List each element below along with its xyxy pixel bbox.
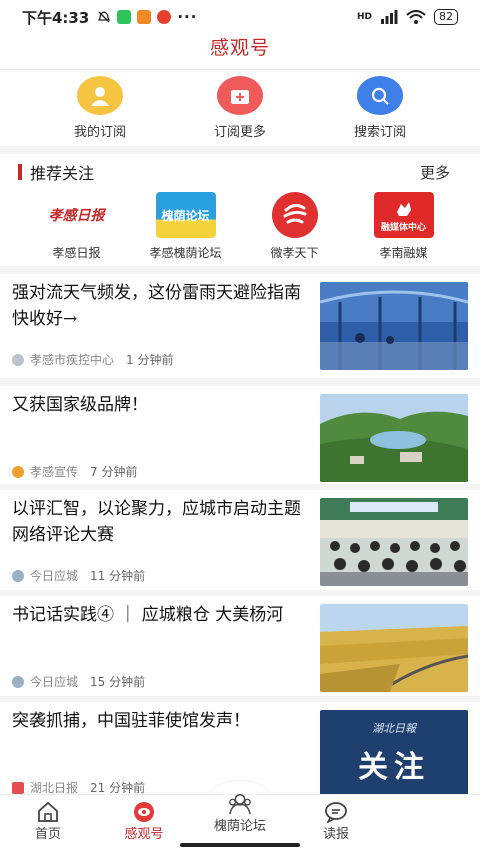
mute-icon	[98, 11, 111, 23]
news-title: 书记话实践④ ｜ 应城粮仓 大美杨河	[12, 605, 284, 625]
user-icon	[77, 76, 123, 115]
news-meta: 今日应城 15 分钟前	[12, 673, 145, 690]
news-item[interactable]: 以评汇智，以论聚力，应城市启动主题网络评论大赛 今日应城 11 分钟前	[0, 488, 480, 596]
nav-item-ganguanhao[interactable]: 感观号	[96, 795, 192, 853]
source-avatar-icon	[12, 781, 24, 794]
news-meta: 孝感宣传 7 分钟前	[12, 463, 137, 480]
news-time: 11 分钟前	[90, 569, 146, 583]
recommend-item-label: 孝感日报	[52, 246, 101, 260]
status-bar: 下午4:33 ··· HD 82	[0, 0, 480, 34]
nav-item-read-paper[interactable]: 读报	[288, 795, 384, 853]
forum-icon	[227, 793, 253, 815]
weibo-icon	[157, 10, 172, 24]
news-meta: 孝感市疾控中心 1 分钟前	[12, 351, 173, 368]
home-icon	[35, 801, 61, 823]
my-subscriptions-label: 我的订阅	[73, 125, 126, 140]
section-accent-bar	[18, 164, 22, 180]
news-title: 以评汇智，以论聚力，应城市启动主题网络评论大赛	[12, 499, 301, 545]
xiaonan-media-logo: 融媒体中心	[373, 192, 434, 238]
nav-label: 槐荫论坛	[213, 819, 266, 834]
wifi-icon	[406, 10, 426, 24]
news-meta: 今日应城 11 分钟前	[12, 567, 145, 584]
thumbnail-caption: 关注	[358, 750, 430, 785]
news-source: 今日应城	[30, 569, 79, 583]
subscribe-more-button[interactable]: 订阅更多	[185, 76, 295, 140]
page-header: 感观号	[0, 34, 480, 70]
section-gap	[0, 146, 480, 154]
nav-item-home[interactable]: 首页	[0, 795, 96, 853]
search-icon	[357, 76, 403, 115]
nav-item-empty	[384, 795, 480, 853]
recommend-title: 推荐关注	[30, 164, 95, 183]
recommend-item-label: 孝感槐荫论坛	[149, 246, 222, 260]
status-time: 下午4:33	[22, 8, 90, 27]
subscription-actions: 我的订阅 订阅更多 搜索订阅	[0, 76, 480, 140]
subscribe-more-label: 订阅更多	[213, 125, 266, 140]
news-time: 15 分钟前	[90, 675, 146, 689]
news-item[interactable]: 又获国家级品牌！ 孝感宣传 7 分钟前	[0, 384, 480, 492]
battery-indicator: 82	[434, 9, 458, 25]
news-source: 孝感宣传	[30, 465, 79, 479]
thumbnail-brand: 湖北日報	[372, 722, 416, 735]
recommend-item-weixiao[interactable]: 微孝天下	[245, 192, 345, 264]
recommend-more-link[interactable]: 更多	[420, 162, 450, 183]
news-source: 孝感市疾控中心	[30, 353, 115, 367]
page-title: 感观号	[209, 37, 270, 59]
network-label: HD	[356, 12, 372, 22]
news-thumbnail	[320, 394, 468, 482]
recommend-header: 推荐关注 更多	[0, 156, 480, 188]
source-avatar-icon	[12, 675, 24, 688]
my-subscriptions-button[interactable]: 我的订阅	[45, 76, 155, 140]
news-thumbnail	[320, 498, 468, 586]
notification-icons: ···	[97, 8, 197, 26]
signal-icon	[381, 10, 398, 24]
recommend-item-xiaonan-media[interactable]: 融媒体中心 孝南融媒	[354, 192, 454, 264]
recommend-item-xiaogan-daily[interactable]: 孝感日报 孝感日报	[27, 192, 127, 264]
more-dots-icon: ···	[177, 8, 198, 26]
recommend-list: 孝感日报 孝感日报 槐荫论坛 孝感槐荫论坛 微孝天下 融媒体中心 孝南融媒	[0, 192, 480, 264]
xiaogan-daily-logo: 孝感日报	[46, 192, 107, 238]
nav-label: 感观号	[124, 827, 164, 842]
app-icon	[137, 10, 152, 24]
huaiyin-forum-logo: 槐荫论坛	[155, 192, 216, 238]
news-source: 今日应城	[30, 675, 79, 689]
news-thumbnail: 湖北日報 关注	[320, 710, 468, 804]
news-title: 又获国家级品牌！	[12, 395, 148, 415]
nav-label: 读报	[322, 827, 349, 842]
news-item[interactable]: 强对流天气频发，这份雷雨天避险指南快收好→ 孝感市疾控中心 1 分钟前	[0, 272, 480, 380]
news-time: 7 分钟前	[90, 465, 138, 479]
wechat-icon	[117, 10, 132, 24]
recommend-item-label: 孝南融媒	[379, 246, 428, 260]
search-subscriptions-button[interactable]: 搜索订阅	[325, 76, 435, 140]
news-item[interactable]: 书记话实践④ ｜ 应城粮仓 大美杨河 今日应城 15 分钟前	[0, 594, 480, 702]
weixiao-logo	[271, 192, 318, 238]
recommend-item-huaiyin-forum[interactable]: 槐荫论坛 孝感槐荫论坛	[136, 192, 236, 264]
news-title: 强对流天气频发，这份雷雨天避险指南快收好→	[12, 283, 301, 329]
search-subscriptions-label: 搜索订阅	[353, 125, 406, 140]
header-divider	[0, 69, 480, 70]
source-avatar-icon	[12, 353, 24, 366]
news-title: 突袭抓捕，中国驻菲使馆发声！	[12, 711, 250, 731]
chat-icon	[323, 801, 349, 823]
nav-label: 首页	[34, 827, 61, 842]
source-avatar-icon	[12, 569, 24, 582]
news-thumbnail	[320, 604, 468, 692]
home-indicator[interactable]	[180, 843, 300, 847]
eye-icon	[131, 801, 157, 823]
news-time: 1 分钟前	[126, 353, 174, 367]
recommend-item-label: 微孝天下	[270, 246, 319, 260]
news-thumbnail	[320, 282, 468, 370]
source-avatar-icon	[12, 465, 24, 478]
add-subscription-icon	[217, 76, 263, 115]
